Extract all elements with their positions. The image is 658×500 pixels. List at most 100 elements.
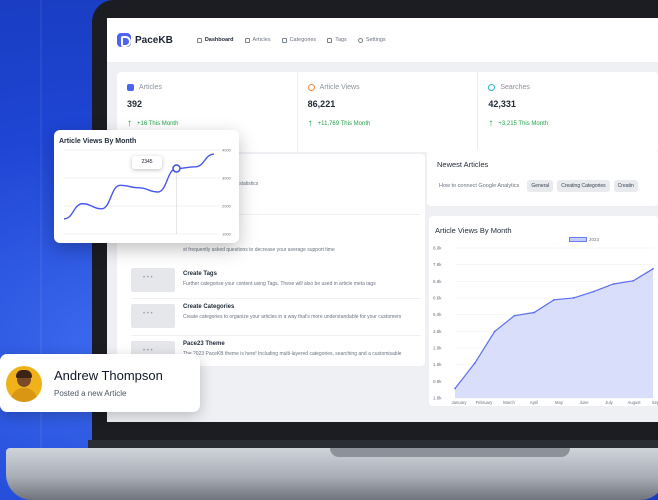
y-tick-label: 3.8k	[433, 329, 442, 334]
line-chart: 4000 3000 2000 1000	[63, 148, 232, 237]
user-name: Andrew Thompson	[54, 368, 163, 383]
popup-chart-card: Article Views By Month 4000 3000 2000 1000 …	[54, 130, 239, 243]
nav-tags-label: Tags	[335, 37, 347, 43]
activity-notification-card[interactable]: Andrew Thompson Posted a new Article	[0, 354, 200, 412]
stat-value: 392	[127, 99, 143, 109]
stat-label: Article Views	[319, 84, 360, 91]
y-tick-label: 1.8k	[433, 362, 442, 367]
article-views-chart-panel: Article Views By Month 2023 8.0k 7.8k 6.8k…	[429, 216, 658, 406]
arrow-up-icon: ↑	[127, 118, 132, 129]
data-point	[513, 314, 516, 317]
x-tick-label: April	[530, 400, 538, 405]
avatar	[6, 366, 42, 402]
task-desc: st frequently asked questions to decreas…	[183, 247, 335, 253]
task-desc: The 2023 PaceKB theme is here! Including…	[183, 351, 402, 365]
y-tick-label: 6.0k	[433, 312, 442, 317]
arrow-up-icon: ↑	[488, 118, 494, 129]
data-point	[652, 267, 654, 270]
nav-categories[interactable]: Categories	[281, 37, 317, 43]
nav-dashboard[interactable]: Dashboard	[196, 37, 234, 43]
y-tick-label: 2000	[222, 204, 232, 209]
y-tick-label: 1.8k	[433, 396, 442, 401]
y-tick-label: 1000	[222, 232, 232, 237]
x-tick-label: August	[627, 400, 641, 405]
stat-change: +16 This Month	[137, 120, 179, 127]
panel-title: Newest Articles	[437, 160, 489, 169]
user-action: Posted a new Article	[54, 389, 127, 398]
logo-text: PaceKB	[135, 34, 173, 46]
data-point	[493, 330, 496, 333]
area-fill	[455, 268, 653, 398]
top-nav: PaceKB Dashboard Articles Categories Tag…	[107, 18, 658, 62]
chart-tooltip: 2345	[132, 156, 162, 169]
tag-chip[interactable]: Creating Categories	[557, 180, 610, 192]
data-point	[612, 283, 615, 285]
data-point	[454, 387, 456, 390]
nav-settings[interactable]: Settings	[357, 37, 386, 43]
gear-icon	[357, 37, 363, 43]
stat-label: Articles	[139, 84, 162, 91]
data-point	[632, 279, 635, 282]
y-tick-label: 2.8k	[433, 346, 442, 351]
dashboard-icon	[196, 37, 202, 43]
x-tick-label: February	[476, 400, 494, 405]
nav-dashboard-label: Dashboard	[204, 37, 234, 43]
y-tick-label: 6.6k	[433, 296, 442, 301]
arrow-up-icon: ↑	[307, 118, 313, 129]
stat-change: +11,769 This Month	[317, 120, 371, 127]
eye-icon	[307, 84, 315, 91]
task-title: Create Categories	[183, 304, 235, 310]
highlight-point	[172, 164, 181, 173]
task-title: Pace23 Theme	[183, 341, 225, 347]
logo-icon	[117, 33, 131, 47]
task-thumbnail	[131, 304, 175, 328]
x-tick-label: March	[503, 400, 515, 405]
data-point	[473, 362, 476, 365]
nav-tags[interactable]: Tags	[327, 37, 347, 43]
divider	[131, 335, 421, 336]
document-icon	[127, 84, 134, 91]
data-point	[592, 290, 595, 293]
task-desc: Further categorise your content using Ta…	[183, 281, 376, 287]
x-tick-label: Septem	[652, 400, 658, 405]
tag-chip[interactable]: Creatin	[613, 180, 638, 192]
y-tick-label: 0.8k	[433, 379, 442, 384]
stat-searches[interactable]: Searches 42,331 ↑ +3,215 This Month	[478, 72, 658, 152]
y-tick-label: 4000	[222, 148, 232, 153]
data-point	[572, 297, 575, 299]
search-icon	[488, 84, 496, 91]
tag-chip[interactable]: General	[527, 180, 554, 192]
stat-change: +3,215 This Month	[498, 120, 549, 127]
x-tick-label: January	[452, 400, 468, 405]
newest-articles-panel: Newest Articles How to connect Google An…	[427, 150, 658, 206]
laptop-notch	[330, 448, 570, 457]
divider	[131, 298, 421, 299]
article-title[interactable]: How to connect Google Analytics	[439, 183, 519, 189]
y-tick-label: 6.8k	[433, 279, 442, 284]
y-tick-label: 8.0k	[433, 246, 442, 251]
x-tick-label: June	[579, 400, 589, 405]
task-title: Create Tags	[183, 271, 217, 277]
nav-categories-label: Categories	[289, 37, 317, 43]
nav-articles[interactable]: Articles	[244, 37, 271, 43]
article-row[interactable]: How to connect Google Analytics General …	[439, 180, 642, 192]
folder-icon	[281, 37, 287, 43]
nav-settings-label: Settings	[365, 37, 386, 43]
task-thumbnail	[131, 268, 175, 292]
stat-article-views[interactable]: Article Views 86,221 ↑ +11,769 This Month	[298, 72, 479, 152]
data-point	[533, 311, 536, 314]
data-point	[553, 298, 555, 301]
stat-value: 42,331	[488, 99, 516, 109]
stat-label: Searches	[500, 84, 530, 91]
area-chart: 8.0k 7.8k 6.8k 6.6k 6.0k 3.8k 2.8k 1.8k 0.8k 1.8k…	[433, 246, 658, 406]
x-tick-label: July	[605, 400, 613, 405]
articles-icon	[244, 37, 250, 43]
x-tick-label: May	[555, 400, 564, 405]
tag-icon	[327, 37, 333, 43]
nav-articles-label: Articles	[252, 37, 271, 43]
y-tick-label: 7.8k	[433, 262, 442, 267]
y-tick-label: 3000	[222, 176, 232, 181]
logo[interactable]: PaceKB	[117, 33, 173, 47]
task-desc: Create categories to organize your artic…	[183, 314, 402, 320]
stat-value: 86,221	[307, 99, 336, 109]
